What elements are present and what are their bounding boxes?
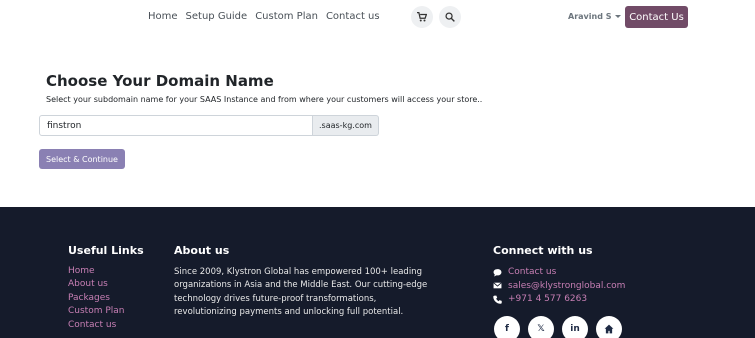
facebook-icon[interactable]: f [494,316,520,338]
footer-link-custom-plan[interactable]: Custom Plan [68,306,125,316]
cart-button[interactable] [411,6,433,28]
page-subtitle: Select your subdomain name for your SAAS… [46,95,483,104]
about-heading: About us [174,244,230,257]
social-links: f 𝕏 in [494,316,622,338]
connect-phone-value: +971 4 577 6263 [508,294,588,305]
connect-email-value: sales@klystronglobal.com [508,280,626,291]
connect-contact-label: Contact us [508,267,557,278]
home-icon[interactable] [596,316,622,338]
top-navbar: Home Setup Guide Custom Plan Contact us … [0,0,755,36]
page-title: Choose Your Domain Name [46,72,274,90]
footer-link-contact[interactable]: Contact us [68,320,125,330]
linkedin-icon[interactable]: in [562,316,588,338]
connect-email[interactable]: sales@klystronglobal.com [493,280,625,293]
nav-home[interactable]: Home [148,11,178,22]
x-icon[interactable]: 𝕏 [528,316,554,338]
footer-link-packages[interactable]: Packages [68,293,125,303]
domain-input-group: .saas-kg.com [39,115,379,136]
nav-custom-plan[interactable]: Custom Plan [255,11,318,22]
envelope-icon [493,281,502,290]
chat-icon [493,268,502,277]
useful-links-heading: Useful Links [68,244,144,257]
connect-contact[interactable]: Contact us [493,266,625,279]
connect-phone[interactable]: +971 4 577 6263 [493,293,625,306]
user-name: Aravind S [568,12,612,21]
domain-suffix: .saas-kg.com [313,115,379,136]
subdomain-input[interactable] [39,115,313,136]
select-continue-button[interactable]: Select & Continue [39,149,125,169]
footer-link-home[interactable]: Home [68,266,125,276]
footer-link-about[interactable]: About us [68,279,125,289]
main-nav: Home Setup Guide Custom Plan Contact us [148,11,380,22]
useful-links-list: Home About us Packages Custom Plan Conta… [68,266,125,330]
phone-icon [493,295,502,304]
footer: Useful Links Home About us Packages Cust… [0,207,755,338]
cart-icon [417,12,427,22]
connect-heading: Connect with us [493,244,593,257]
connect-list: Contact us sales@klystronglobal.com +971… [493,266,625,306]
search-icon [445,12,455,22]
about-text: Since 2009, Klystron Global has empowere… [174,267,428,317]
search-button[interactable] [439,6,461,28]
contact-us-button[interactable]: Contact Us [625,6,688,28]
user-menu[interactable]: Aravind S [568,12,622,21]
nav-contact-us[interactable]: Contact us [326,11,380,22]
nav-setup-guide[interactable]: Setup Guide [186,11,248,22]
chevron-down-icon [615,15,622,18]
